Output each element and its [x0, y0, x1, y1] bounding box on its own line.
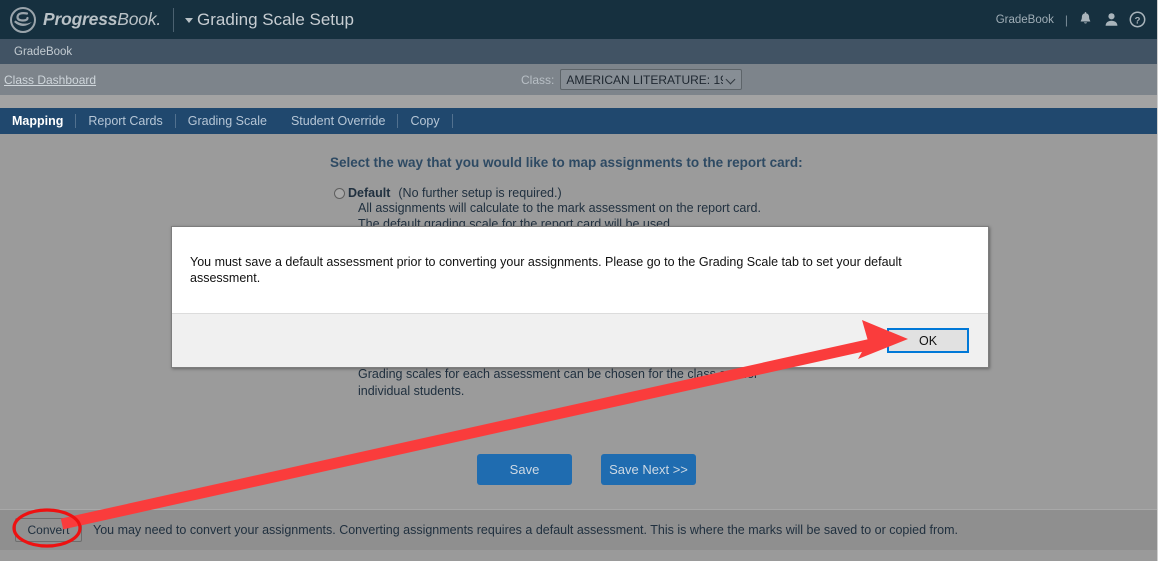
brand-pipe-divider: |	[1064, 12, 1068, 27]
convert-note: You may need to convert your assignments…	[93, 523, 959, 537]
save-next-button[interactable]: Save Next >>	[601, 454, 696, 485]
page-headline: Select the way that you would like to ma…	[330, 155, 803, 170]
class-select-value: AMERICAN LITERATURE: 19	[566, 72, 724, 87]
tab-mapping[interactable]: Mapping	[0, 114, 75, 128]
svg-text:?: ?	[1135, 15, 1141, 26]
action-buttons: Save Save Next >>	[477, 454, 696, 485]
chevron-down-icon	[727, 75, 736, 84]
module-bar: GradeBook	[0, 39, 1157, 64]
ok-button[interactable]: OK	[887, 328, 969, 353]
caret-down-icon[interactable]	[185, 18, 194, 23]
separator-strip	[0, 95, 1157, 108]
class-label: Class:	[521, 72, 555, 87]
help-icon[interactable]: ?	[1129, 11, 1146, 28]
option-default-row[interactable]: Default (No further setup is required.)	[334, 186, 894, 200]
convert-button[interactable]: Convert	[15, 518, 82, 542]
class-dashboard-link[interactable]: Class Dashboard	[0, 73, 96, 87]
brand-name: ProgressBook.	[43, 9, 161, 30]
bell-icon[interactable]	[1077, 11, 1094, 28]
option-default-desc-line1: All assignments will calculate to the ma…	[358, 201, 761, 215]
brand-header-bar: ProgressBook. Grading Scale Setup GradeB…	[0, 0, 1157, 39]
user-icon[interactable]	[1103, 11, 1120, 28]
tab-copy[interactable]: Copy	[398, 114, 451, 128]
brand-right-controls: GradeBook | ?	[995, 11, 1157, 28]
alert-dialog-message: You must save a default assessment prior…	[190, 255, 902, 285]
brand-user-label: GradeBook	[995, 13, 1054, 26]
page-title: Grading Scale Setup	[197, 9, 354, 29]
tab-student-override[interactable]: Student Override	[279, 114, 398, 128]
brand-divider	[173, 7, 175, 32]
tab-report-cards[interactable]: Report Cards	[76, 114, 174, 128]
class-select[interactable]: AMERICAN LITERATURE: 19	[560, 69, 743, 90]
brand-name-light: Book	[117, 9, 157, 29]
window-bottom-edge	[0, 550, 1157, 561]
option-default-note: (No further setup is required.)	[398, 186, 562, 200]
module-label: GradeBook	[14, 45, 73, 58]
save-button[interactable]: Save	[477, 454, 572, 485]
tab-bar: Mapping Report Cards Grading Scale Stude…	[0, 108, 1157, 134]
tab-grading-scale[interactable]: Grading Scale	[176, 114, 279, 128]
progressbook-logo-icon	[10, 6, 36, 33]
class-picker: Class: AMERICAN LITERATURE: 19	[521, 69, 743, 90]
context-bar: Class Dashboard Class: AMERICAN LITERATU…	[0, 64, 1157, 95]
option-default-label: Default	[348, 186, 391, 200]
convert-footer-bar: Convert You may need to convert your ass…	[0, 509, 1157, 550]
brand-name-suffix: .	[156, 9, 162, 29]
tab-divider	[451, 114, 453, 128]
brand-name-bold: Progress	[43, 9, 118, 29]
radio-default[interactable]	[334, 188, 345, 199]
alert-dialog: You must save a default assessment prior…	[171, 226, 989, 368]
application-window: ProgressBook. Grading Scale Setup GradeB…	[0, 0, 1158, 561]
alert-dialog-footer: OK	[172, 313, 988, 367]
grading-scale-note: Grading scales for each assessment can b…	[358, 367, 759, 398]
alert-dialog-body: You must save a default assessment prior…	[172, 227, 988, 313]
brand-logo[interactable]: ProgressBook.	[0, 6, 161, 33]
